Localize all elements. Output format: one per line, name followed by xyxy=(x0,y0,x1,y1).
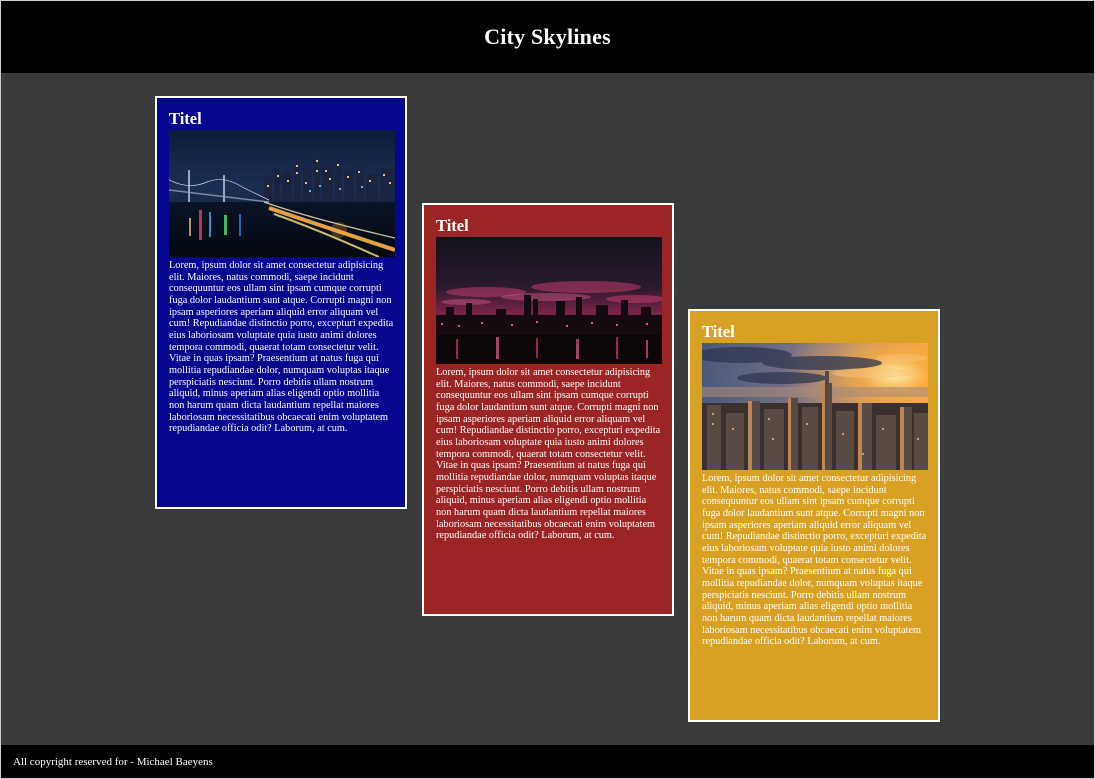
red-dusk-skyline-image xyxy=(436,237,662,364)
page-title: City Skylines xyxy=(484,24,611,49)
card-title: Titel xyxy=(436,216,469,235)
card-text: Lorem, ipsum dolor sit amet consectetur … xyxy=(702,473,927,648)
city-card-red: Titel Lorem, ipsum dolor sit amet consec… xyxy=(422,203,674,616)
city-card-gold: Titel Lorem, ipsum dolor sit amet consec… xyxy=(688,309,940,722)
sunset-manhattan-aerial-image xyxy=(702,343,928,470)
card-title: Titel xyxy=(169,109,202,128)
night-city-bridge-image xyxy=(169,130,395,257)
card-text: Lorem, ipsum dolor sit amet consectetur … xyxy=(169,260,394,435)
site-header: City Skylines xyxy=(1,1,1094,73)
city-card-blue: Titel Lorem, ipsum dolor sit amet consec… xyxy=(155,96,407,509)
site-footer: All copyright reserved for - Michael Bae… xyxy=(1,745,1094,778)
card-title: Titel xyxy=(702,322,735,341)
card-text: Lorem, ipsum dolor sit amet consectetur … xyxy=(436,367,661,542)
copyright-text: All copyright reserved for - Michael Bae… xyxy=(13,755,213,768)
